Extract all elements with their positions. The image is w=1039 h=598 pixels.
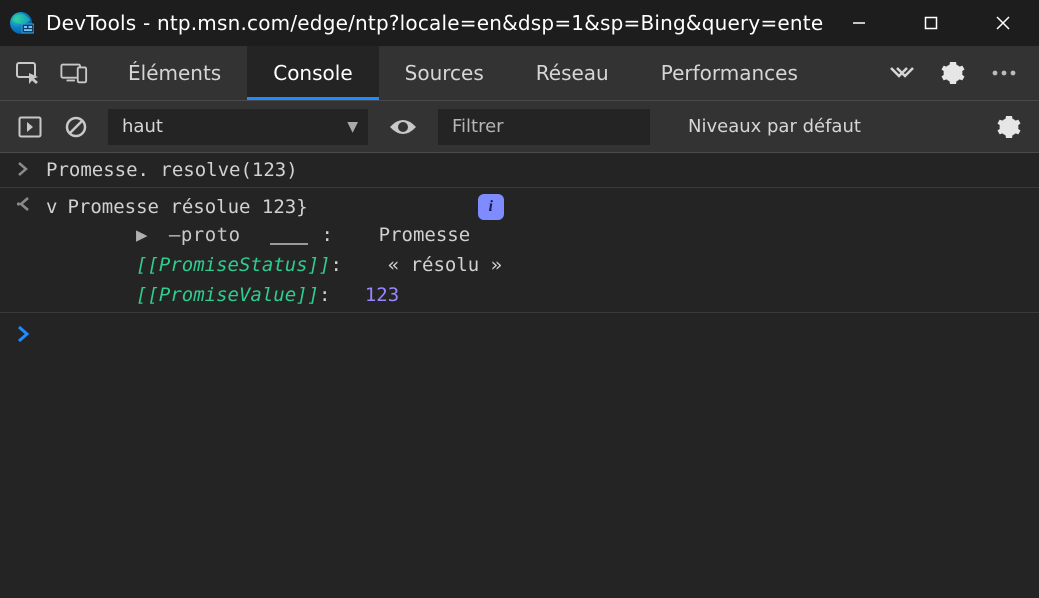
window-title: DevTools - ntp.msn.com/edge/ntp?locale=e… [46,11,823,35]
context-select[interactable]: haut ▼ [108,109,368,145]
toggle-sidebar-icon[interactable] [16,113,44,141]
promise-value-line: [[PromiseValue]]: 123 [46,280,1025,310]
output-chevron-icon [0,194,46,212]
proto-colon: : [321,224,332,246]
log-levels-label: Niveaux par défaut [688,116,861,137]
info-badge-icon[interactable]: i [478,194,504,220]
log-levels-dropdown[interactable]: Niveaux par défaut [688,116,861,137]
promise-value-value: 123 [365,284,399,306]
console-settings-gear-icon[interactable] [995,113,1023,141]
more-tabs-chevron-icon[interactable] [889,64,915,82]
tab-label: Réseau [536,61,609,85]
live-expression-eye-icon[interactable] [386,110,420,144]
window-controls [823,0,1039,46]
tab-sources[interactable]: Sources [379,46,510,100]
settings-gear-icon[interactable] [941,61,965,85]
tab-label: Console [273,61,352,85]
console-output: Promesse. resolve(123) v Promesse résolu… [0,153,1039,598]
proto-underscore [270,239,308,245]
tab-label: Performances [661,61,798,85]
window-maximize-button[interactable] [895,0,967,46]
promise-status-line: [[PromiseStatus]]: « résolu » [46,250,1025,280]
tab-network[interactable]: Réseau [510,46,635,100]
window-close-button[interactable] [967,0,1039,46]
tab-console[interactable]: Console [247,46,378,100]
context-select-value: haut [122,116,163,137]
proto-key: —proto [169,224,241,246]
console-input-row: Promesse. resolve(123) [0,153,1039,188]
console-toolbar: haut ▼ Niveaux par défaut [0,101,1039,153]
devtools-app-icon [8,10,34,36]
devtools-tabbar: Éléments Console Sources Réseau Performa… [0,46,1039,101]
tab-elements[interactable]: Éléments [102,46,247,100]
proto-value: Promesse [379,224,471,246]
clear-console-icon[interactable] [62,113,90,141]
more-options-icon[interactable] [991,69,1017,77]
tab-label: Éléments [128,61,221,85]
expand-arrow-icon[interactable]: ▶ [136,220,147,250]
tab-performance[interactable]: Performances [635,46,824,100]
result-header: Promesse résolue 123} [67,196,307,218]
inspect-element-icon[interactable] [14,59,42,87]
prompt-chevron-icon [0,323,46,343]
filter-input[interactable] [438,109,650,145]
console-prompt-row[interactable] [0,313,1039,353]
window-titlebar: DevTools - ntp.msn.com/edge/ntp?locale=e… [0,0,1039,46]
tab-label: Sources [405,61,484,85]
device-toolbar-icon[interactable] [60,59,88,87]
dropdown-triangle-icon: ▼ [347,119,358,135]
console-result-row: v Promesse résolue 123} i ▶ —proto : Pro… [0,188,1039,312]
proto-line: ▶ —proto : Promesse [46,220,1025,250]
window-minimize-button[interactable] [823,0,895,46]
panel-tabs: Éléments Console Sources Réseau Performa… [102,46,824,100]
console-input-text: Promesse. resolve(123) [46,159,298,181]
promise-value-key: [[PromiseValue]] [136,284,319,306]
promise-status-value: « résolu » [388,254,502,276]
expand-toggle[interactable]: v [46,196,57,218]
input-chevron-icon [0,159,46,177]
promise-status-key: [[PromiseStatus]] [136,254,330,276]
